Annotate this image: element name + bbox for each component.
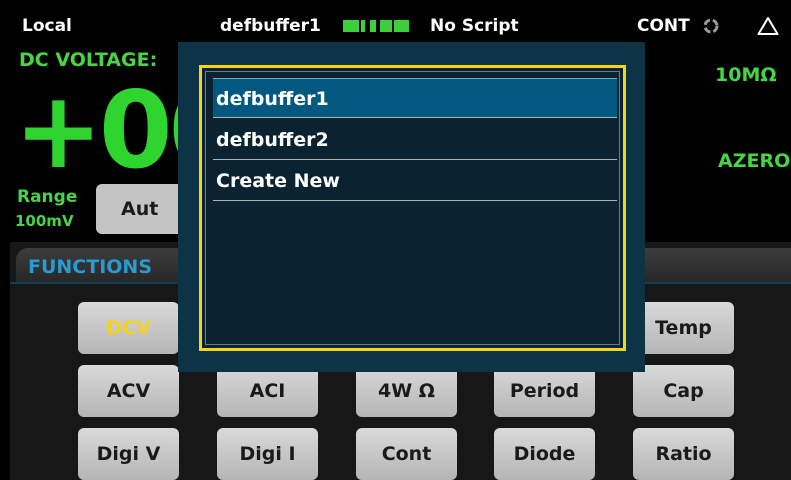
buffer-capacity-icon — [343, 20, 409, 32]
range-label: Range — [17, 187, 78, 207]
function-key-dcv[interactable]: DCV — [78, 302, 179, 354]
function-key-aci[interactable]: ACI — [217, 365, 318, 417]
function-key-digi-i[interactable]: Digi I — [217, 428, 318, 480]
buffer-option-create-new[interactable]: Create New — [213, 161, 617, 201]
function-key-diode[interactable]: Diode — [494, 428, 595, 480]
warning-triangle-icon[interactable] — [757, 16, 779, 36]
trigger-mode-indicator[interactable]: CONT — [637, 16, 690, 36]
function-key-4w-ohm[interactable]: 4W Ω — [356, 365, 457, 417]
function-key-cont[interactable]: Cont — [356, 428, 457, 480]
status-bar: Local defbuffer1 No Script CONT — [10, 8, 791, 42]
function-key-temp[interactable]: Temp — [633, 302, 734, 354]
functions-title: FUNCTIONS — [28, 256, 153, 278]
function-key-ratio[interactable]: Ratio — [633, 428, 734, 480]
buffer-option-defbuffer2[interactable]: defbuffer2 — [213, 120, 617, 160]
script-indicator[interactable]: No Script — [430, 16, 519, 36]
autozero-indicator[interactable]: AZERO — [718, 150, 790, 172]
local-mode-indicator[interactable]: Local — [22, 16, 72, 36]
input-impedance-indicator[interactable]: 10MΩ — [715, 64, 777, 86]
function-key-acv[interactable]: ACV — [78, 365, 179, 417]
range-value: 100mV — [15, 212, 74, 230]
function-key-digi-v[interactable]: Digi V — [78, 428, 179, 480]
instrument-screen: Local defbuffer1 No Script CONT DC VOLTA… — [10, 8, 791, 480]
buffer-list: defbuffer1 defbuffer2 Create New — [205, 71, 620, 345]
function-key-cap[interactable]: Cap — [633, 365, 734, 417]
trigger-activity-icon — [703, 18, 719, 34]
buffer-option-defbuffer1[interactable]: defbuffer1 — [213, 78, 617, 118]
function-key-period[interactable]: Period — [494, 365, 595, 417]
buffer-list-frame: defbuffer1 defbuffer2 Create New — [199, 65, 626, 351]
active-buffer-indicator[interactable]: defbuffer1 — [220, 16, 321, 36]
buffer-select-dialog: defbuffer1 defbuffer2 Create New — [178, 42, 645, 372]
function-label: DC VOLTAGE: — [19, 49, 158, 71]
